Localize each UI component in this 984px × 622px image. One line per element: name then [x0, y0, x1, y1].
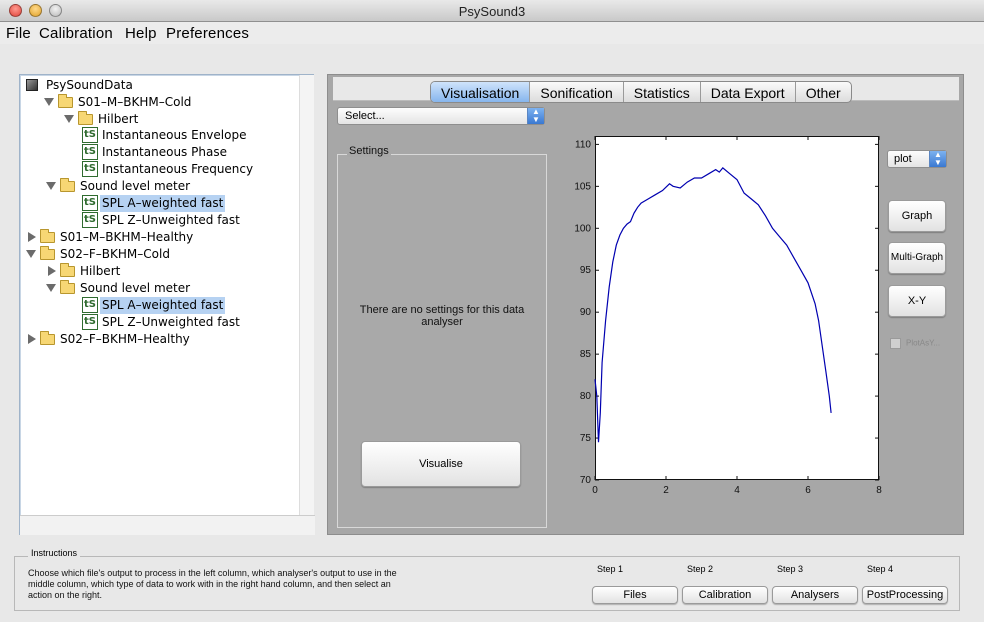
disclosure-triangle-icon[interactable]: [28, 334, 36, 344]
disclosure-triangle-icon[interactable]: [26, 250, 36, 258]
step-2-label: Step 2: [687, 564, 714, 574]
analyser-select-value: Select...: [345, 110, 385, 122]
disclosure-triangle-icon[interactable]: [44, 98, 54, 106]
plot-as-label: PlotAsY...: [906, 338, 941, 348]
step-3-label: Step 3: [777, 564, 804, 574]
select-arrows-icon: ▲ ▼: [527, 108, 544, 124]
tab-sonification[interactable]: Sonification: [530, 82, 624, 102]
disclosure-triangle-icon[interactable]: [64, 115, 74, 123]
disclosure-triangle-icon[interactable]: [46, 182, 56, 190]
folder-icon: [58, 94, 73, 108]
tree-vertical-scrollbar[interactable]: [299, 75, 314, 515]
folder-icon: [40, 246, 55, 260]
tab-statistics[interactable]: Statistics: [624, 82, 701, 102]
settings-title: Settings: [347, 145, 391, 157]
folder-icon: [40, 331, 55, 345]
folder-icon: [60, 280, 75, 294]
plot-as-checkbox[interactable]: PlotAsY...: [890, 338, 940, 349]
folder-icon: [60, 178, 75, 192]
tab-strip: Visualisation Sonification Statistics Da…: [333, 77, 959, 103]
window-title: PsySound3: [458, 4, 526, 19]
menu-bar: File Calibration Help Preferences: [0, 22, 984, 44]
no-settings-message: There are no settings for this data anal…: [359, 304, 525, 328]
tab-visualisation[interactable]: Visualisation: [431, 82, 531, 102]
visualise-button[interactable]: Visualise: [361, 441, 521, 487]
folder-icon: [60, 263, 75, 277]
graph-button[interactable]: Graph: [888, 200, 946, 232]
analysers-button[interactable]: Analysers: [772, 586, 858, 604]
step-1-label: Step 1: [597, 564, 624, 574]
calibration-button[interactable]: Calibration: [682, 586, 768, 604]
disclosure-triangle-icon[interactable]: [46, 284, 56, 292]
cube-icon: [26, 79, 38, 91]
step-4-label: Step 4: [867, 564, 894, 574]
plot-type-select[interactable]: plot ▲ ▼: [887, 150, 947, 168]
timeseries-icon: tS: [82, 144, 98, 160]
analyser-select[interactable]: Select... ▲ ▼: [337, 107, 545, 125]
timeseries-icon: tS: [82, 314, 98, 330]
disclosure-triangle-icon[interactable]: [28, 232, 36, 242]
file-tree-panel[interactable]: PsySoundData S01–M–BKHM–Cold Hilbert tS …: [19, 74, 315, 535]
select-arrows-icon: ▲ ▼: [929, 151, 946, 167]
timeseries-icon: tS: [82, 212, 98, 228]
folder-icon: [40, 229, 55, 243]
timeseries-icon: tS: [82, 297, 98, 313]
files-button[interactable]: Files: [592, 586, 678, 604]
plot-area: [595, 136, 879, 480]
timeseries-icon: tS: [82, 127, 98, 143]
postprocessing-button[interactable]: PostProcessing: [862, 586, 948, 604]
menu-help[interactable]: Help: [125, 25, 157, 42]
instructions-title: Instructions: [28, 548, 81, 558]
tab-data-export[interactable]: Data Export: [701, 82, 796, 102]
checkbox-icon[interactable]: [890, 338, 901, 349]
menu-calibration[interactable]: Calibration: [39, 25, 113, 42]
tree-horizontal-scrollbar[interactable]: [20, 515, 315, 535]
title-bar: PsySound3: [0, 0, 984, 22]
tab-group: Visualisation Sonification Statistics Da…: [430, 81, 852, 103]
menu-file[interactable]: File: [6, 25, 31, 42]
multi-graph-button[interactable]: Multi-Graph: [888, 242, 946, 274]
menu-preferences[interactable]: Preferences: [166, 25, 249, 42]
plot-type-value: plot: [894, 153, 912, 165]
disclosure-triangle-icon[interactable]: [48, 266, 56, 276]
timeseries-icon: tS: [82, 161, 98, 177]
folder-icon: [78, 111, 93, 125]
tab-other[interactable]: Other: [796, 82, 851, 102]
xy-button[interactable]: X-Y: [888, 285, 946, 317]
instructions-text: Choose which file's output to process in…: [28, 568, 397, 600]
timeseries-icon: tS: [82, 195, 98, 211]
